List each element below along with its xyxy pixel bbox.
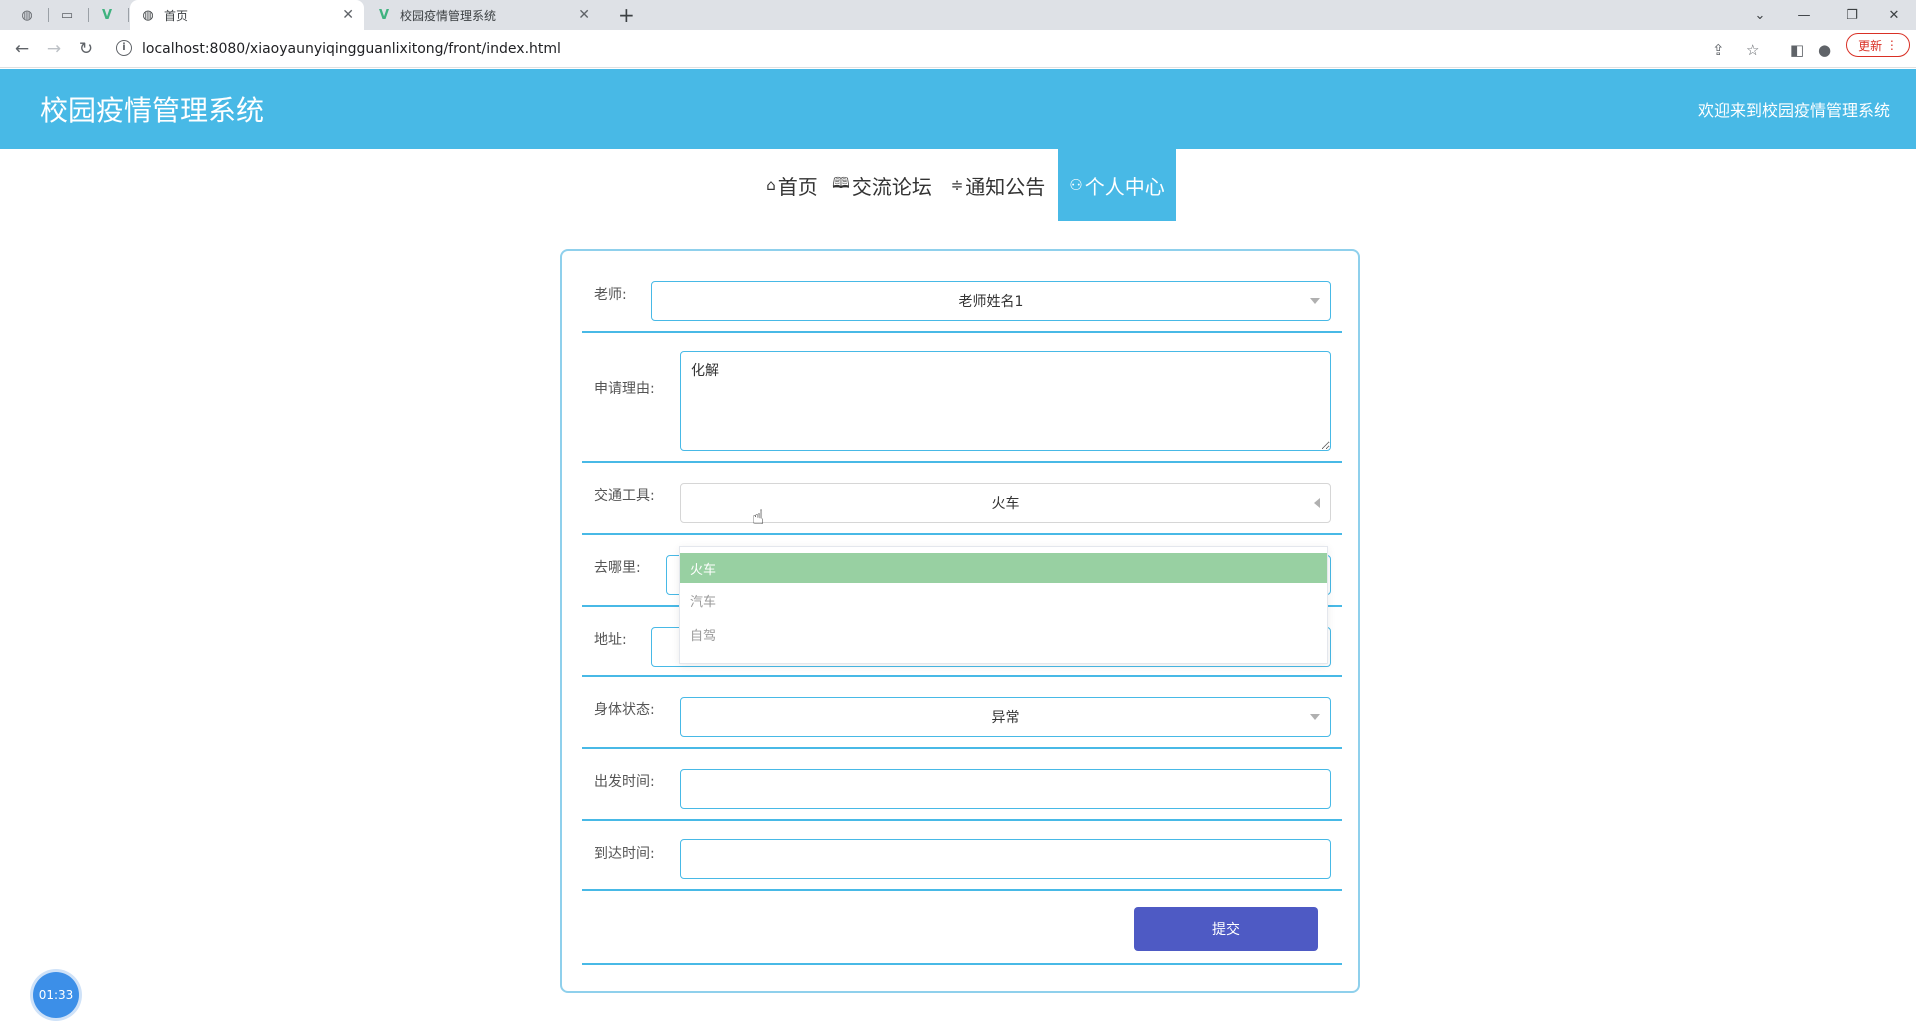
restore-button[interactable]: ❐ [1830, 0, 1874, 30]
form-row-arrive-time: 到达时间: [582, 821, 1342, 891]
hand-cursor-icon: ☝ [752, 505, 765, 529]
url-field[interactable]: i localhost:8080/xiaoyaunyiqingguanlixit… [110, 35, 1890, 63]
vue-logo-icon: V [101, 7, 113, 23]
arrow-right-icon: → [46, 39, 62, 59]
transport-dropdown: 火车 汽车 自驾 [679, 546, 1328, 664]
health-value: 异常 [991, 710, 1020, 726]
dropdown-option-bus[interactable]: 汽车 [680, 585, 1327, 615]
reason-textarea[interactable] [680, 351, 1331, 451]
url-text: localhost:8080/xiaoyaunyiqingguanlixiton… [142, 41, 561, 57]
dropdown-option-train[interactable]: 火车 [680, 553, 1327, 583]
nav-item-home[interactable]: ⌂ 首页 [748, 149, 836, 221]
depart-time-label: 出发时间: [594, 774, 655, 790]
tab-home[interactable]: ◍ 首页 ✕ [130, 0, 364, 30]
site-header: 校园疫情管理系统 欢迎来到校园疫情管理系统 [0, 69, 1916, 149]
restore-icon: ❐ [1846, 7, 1858, 23]
arrive-time-input[interactable] [680, 839, 1331, 879]
blank-page-icon: ▭ [60, 7, 74, 23]
globe-icon: ◍ [21, 7, 33, 23]
user-icon: ⚇ [1069, 176, 1083, 194]
tab-campus-system[interactable]: V 校园疫情管理系统 ✕ [366, 0, 600, 30]
tab-title: 校园疫情管理系统 [400, 8, 497, 23]
pinned-tab-blank[interactable]: ▭ [52, 4, 82, 26]
close-icon[interactable]: ✕ [578, 7, 590, 23]
arrive-time-label: 到达时间: [594, 846, 655, 862]
tab-search-button[interactable]: ⌄ [1738, 0, 1782, 30]
tab-separator [48, 8, 49, 22]
minimize-icon: — [1797, 7, 1811, 23]
depart-time-input[interactable] [680, 769, 1331, 809]
side-panel-icon[interactable]: ◧ [1790, 41, 1804, 59]
close-icon[interactable]: ✕ [342, 7, 354, 23]
dropdown-option-self-drive[interactable]: 自驾 [680, 619, 1327, 649]
site-title: 校园疫情管理系统 [40, 94, 265, 127]
browser-tab-bar: ◍ ▭ V ◍ 首页 ✕ V 校园疫情管理系统 ✕ + ⌄ — ❐ ✕ [0, 0, 1916, 30]
nav-item-forum[interactable]: 🕮 交流论坛 [830, 149, 934, 221]
back-button[interactable]: ← [10, 37, 34, 61]
update-button[interactable]: 更新 ⋮ [1846, 33, 1910, 57]
share-icon[interactable]: ⇪ [1712, 41, 1725, 59]
arrow-left-icon: ← [14, 39, 30, 59]
reason-label: 申请理由: [594, 381, 655, 397]
form-row-depart-time: 出发时间: [582, 749, 1342, 821]
close-icon: ✕ [1888, 7, 1900, 23]
nav-label: 通知公告 [965, 174, 1046, 199]
teacher-select[interactable]: 老师姓名1 [651, 281, 1331, 321]
star-icon[interactable]: ☆ [1746, 41, 1759, 59]
timer-badge[interactable]: 01:33 [33, 972, 79, 1018]
pinned-tab-vue[interactable]: V [92, 4, 122, 26]
form-row-health: 身体状态: 异常 [582, 677, 1342, 749]
health-select[interactable]: 异常 [680, 697, 1331, 737]
chevron-down-icon: ⌄ [1754, 7, 1766, 23]
update-label: 更新 [1858, 38, 1883, 53]
submit-button[interactable]: 提交 [1134, 907, 1318, 951]
home-icon: ⌂ [766, 176, 776, 194]
nav-item-notice[interactable]: ≑ 通知公告 [946, 149, 1050, 221]
vue-logo-icon: V [378, 7, 390, 23]
minimize-button[interactable]: — [1782, 0, 1826, 30]
welcome-text: 欢迎来到校园疫情管理系统 [1697, 101, 1890, 120]
address-label: 地址: [594, 632, 627, 648]
nav-label: 个人中心 [1084, 174, 1165, 199]
book-icon: 🕮 [832, 173, 850, 192]
globe-icon: ◍ [142, 7, 154, 23]
nav-item-personal-center[interactable]: ⚇ 个人中心 [1058, 149, 1176, 221]
teacher-label: 老师: [594, 287, 627, 303]
form-row-reason: 申请理由: [582, 333, 1342, 463]
form-row-transport: 交通工具: 火车 [582, 463, 1342, 535]
nav-label: 首页 [777, 174, 818, 199]
transport-label: 交通工具: [594, 488, 655, 504]
browser-address-bar: ← → ↻ i localhost:8080/xiaoyaunyiqinggua… [0, 30, 1916, 68]
tab-title: 首页 [164, 8, 189, 23]
nav-label: 交流论坛 [851, 174, 932, 199]
chevron-down-icon [1310, 298, 1320, 304]
transport-select[interactable]: 火车 [680, 483, 1331, 523]
form-row-teacher: 老师: 老师姓名1 [582, 251, 1342, 333]
info-icon[interactable]: i [116, 40, 132, 56]
pinned-tab-globe[interactable]: ◍ [12, 4, 42, 26]
filter-icon: ≑ [950, 176, 964, 194]
destination-label: 去哪里: [594, 560, 641, 576]
forward-button[interactable]: → [42, 37, 66, 61]
chevron-down-icon [1310, 714, 1320, 720]
teacher-value: 老师姓名1 [958, 294, 1024, 310]
profile-avatar-icon[interactable]: ● [1818, 41, 1831, 59]
health-label: 身体状态: [594, 702, 655, 718]
new-tab-button[interactable]: + [618, 4, 635, 26]
close-window-button[interactable]: ✕ [1872, 0, 1916, 30]
tab-separator [88, 8, 89, 22]
tab-separator [128, 8, 129, 22]
chevron-left-icon [1314, 498, 1320, 508]
reload-icon: ↻ [78, 39, 94, 59]
transport-value: 火车 [991, 496, 1020, 512]
main-nav: ⌂ 首页 🕮 交流论坛 ≑ 通知公告 ⚇ 个人中心 [0, 149, 1916, 221]
reload-button[interactable]: ↻ [74, 37, 98, 61]
